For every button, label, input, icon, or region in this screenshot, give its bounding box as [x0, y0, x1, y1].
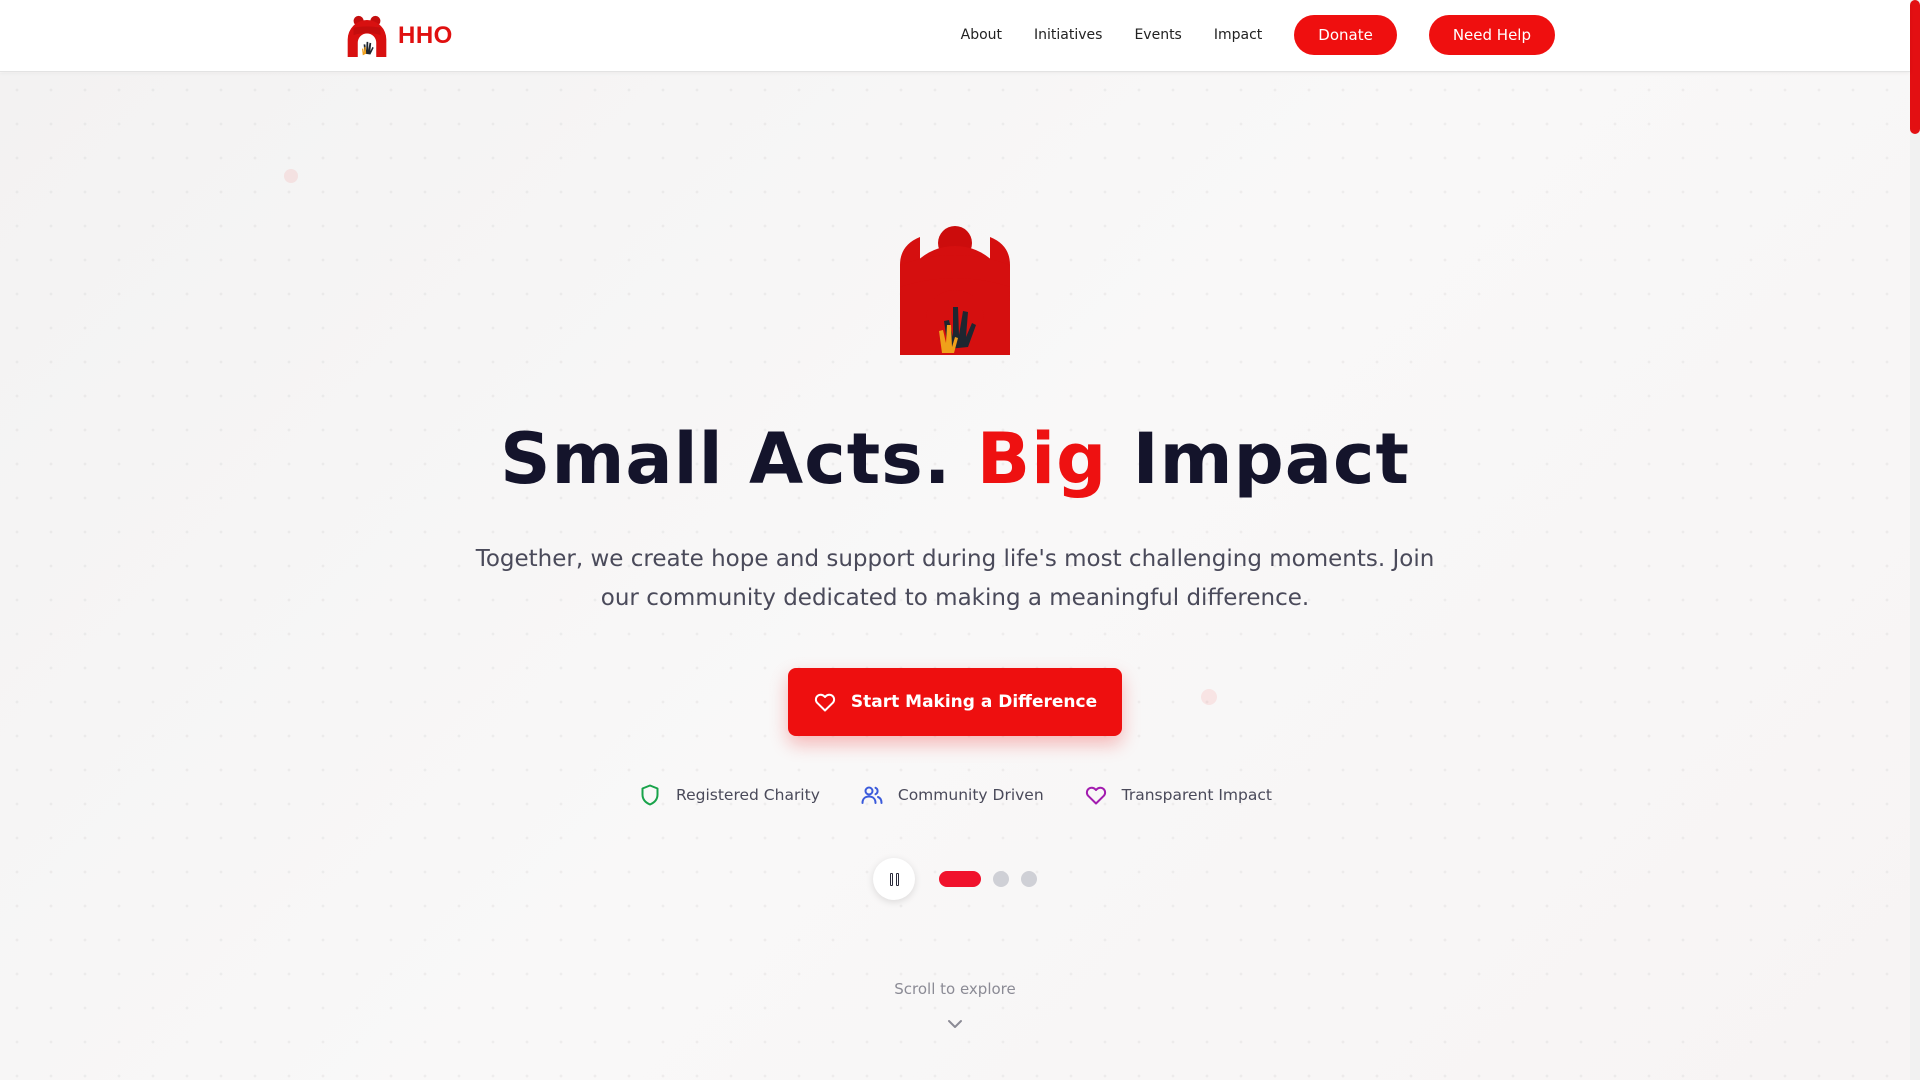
- feature-registered-charity: Registered Charity: [638, 783, 820, 807]
- chevron-down-icon[interactable]: [945, 1017, 965, 1031]
- nav-link-about[interactable]: About: [961, 27, 1002, 43]
- carousel-dots: [939, 871, 1049, 887]
- carousel-dot-2[interactable]: [993, 871, 1009, 887]
- carousel-pause-button[interactable]: [873, 858, 915, 900]
- nav-link-initiatives[interactable]: Initiatives: [1034, 27, 1102, 43]
- need-help-button[interactable]: Need Help: [1428, 15, 1555, 55]
- brand-logo-icon: [347, 15, 387, 57]
- pause-icon: [889, 872, 893, 886]
- start-making-difference-button[interactable]: Start Making a Difference: [788, 668, 1122, 736]
- decorative-dot: [284, 169, 298, 183]
- decorative-dot: [1201, 689, 1217, 705]
- heart-icon: [814, 693, 835, 712]
- feature-label: Transparent Impact: [1121, 786, 1272, 804]
- hero-logo-icon: [900, 226, 1010, 355]
- headline-accent: Big: [976, 418, 1108, 500]
- feature-community-driven: Community Driven: [860, 783, 1044, 807]
- carousel-dot-3[interactable]: [1021, 871, 1037, 887]
- pause-icon: [895, 872, 899, 886]
- main-nav: About Initiatives Events Impact Donate N…: [961, 15, 1555, 55]
- nav-link-impact[interactable]: Impact: [1214, 27, 1262, 43]
- donate-button[interactable]: Donate: [1294, 15, 1397, 55]
- headline-part2: Impact: [1107, 418, 1410, 500]
- hero-subtitle: Together, we create hope and support dur…: [475, 546, 1435, 611]
- cta-label: Start Making a Difference: [850, 692, 1098, 712]
- users-icon: [861, 786, 883, 804]
- site-header: HHO About Initiatives Events Impact Dona…: [0, 0, 1910, 72]
- feature-label: Community Driven: [897, 786, 1044, 804]
- feature-transparent-impact: Transparent Impact: [1084, 783, 1272, 807]
- nav-link-events[interactable]: Events: [1134, 27, 1181, 43]
- scroll-hint: Scroll to explore: [894, 980, 1016, 998]
- scrollbar-thumb[interactable]: [1910, 0, 1920, 134]
- heart-icon: [1085, 786, 1106, 805]
- hero-headline: Small Acts. Big Impact: [0, 418, 1910, 500]
- feature-label: Registered Charity: [676, 786, 820, 804]
- page-scrollbar[interactable]: [1910, 0, 1920, 1080]
- carousel-dot-1[interactable]: [939, 871, 981, 887]
- brand-home-link[interactable]: HHO: [346, 15, 453, 57]
- carousel-controls: [873, 858, 1049, 900]
- shield-icon: [641, 784, 659, 806]
- trust-features: Registered Charity Community Driven Tran…: [0, 783, 1910, 807]
- headline-part1: Small Acts.: [500, 418, 977, 500]
- brand-name: HHO: [398, 22, 453, 49]
